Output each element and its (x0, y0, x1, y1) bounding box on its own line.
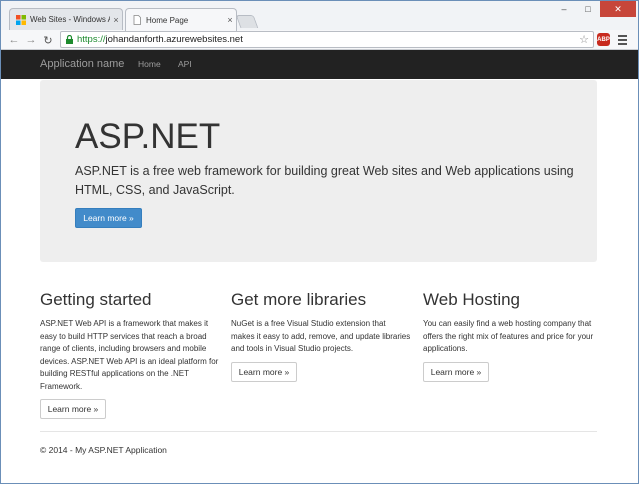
column-get-more-libraries: Get more libraries NuGet is a free Visua… (231, 290, 411, 382)
jumbotron-title: ASP.NET (75, 117, 221, 156)
page-icon (133, 15, 141, 25)
back-arrow-icon[interactable]: ← (6, 32, 22, 48)
bookmark-star-icon[interactable]: ☆ (579, 33, 589, 46)
windows-azure-icon (16, 14, 26, 25)
learn-more-button[interactable]: Learn more » (423, 361, 489, 382)
tab-title: Home Page (146, 15, 189, 25)
minimize-button[interactable]: – (552, 1, 576, 17)
adblock-plus-icon[interactable]: ABP (597, 33, 610, 46)
window-controls: – □ ✕ (552, 1, 636, 17)
learn-more-button[interactable]: Learn more » (75, 208, 142, 228)
learn-more-button[interactable]: Learn more » (40, 399, 106, 419)
navbar-brand[interactable]: Application name (40, 58, 124, 70)
jumbotron-lead: ASP.NET is a free web framework for buil… (75, 164, 574, 197)
url-host: johandanforth.azurewebsites.net (105, 34, 243, 45)
nav-link-api[interactable]: API (178, 59, 192, 69)
address-bar[interactable]: https:// johandanforth.azurewebsites.net… (60, 31, 594, 48)
tab-strip: Web Sites - Windows Azu × Home Page × – … (1, 1, 638, 31)
column-text: ASP.NET Web API is a framework that make… (40, 319, 219, 391)
column-heading: Web Hosting (423, 290, 521, 309)
close-window-button[interactable]: ✕ (600, 1, 636, 17)
column-web-hosting: Web Hosting You can easily find a web ho… (423, 290, 603, 382)
forward-arrow-icon[interactable]: → (23, 32, 39, 48)
nav-link-home[interactable]: Home (138, 59, 161, 69)
column-heading: Get more libraries (231, 290, 367, 309)
tab-web-sites[interactable]: Web Sites - Windows Azu × (9, 8, 123, 30)
tab-title: Web Sites - Windows Azu (30, 15, 110, 24)
column-heading: Getting started (40, 290, 152, 309)
url-scheme: https:// (77, 34, 106, 45)
browser-toolbar: ← → ↻ https:// johandanforth.azurewebsit… (1, 30, 638, 50)
site-navbar: Application name Home API (1, 50, 638, 79)
footer-divider (40, 431, 597, 432)
column-text: You can easily find a web hosting compan… (423, 319, 594, 353)
tab-home-page[interactable]: Home Page × (125, 8, 237, 31)
tab-close-icon[interactable]: × (224, 15, 236, 25)
jumbotron: ASP.NET ASP.NET is a free web framework … (40, 80, 597, 262)
new-tab-button[interactable] (235, 15, 259, 28)
menu-icon[interactable] (615, 33, 629, 47)
reload-icon[interactable]: ↻ (40, 32, 56, 48)
column-text: NuGet is a free Visual Studio extension … (231, 319, 411, 353)
learn-more-button[interactable]: Learn more » (231, 361, 297, 382)
tab-close-icon[interactable]: × (110, 15, 122, 25)
footer-text: © 2014 - My ASP.NET Application (40, 445, 167, 455)
maximize-button[interactable]: □ (576, 1, 600, 17)
lock-icon (66, 35, 73, 44)
page-viewport: Application name Home API ASP.NET ASP.NE… (1, 50, 638, 483)
browser-window: Web Sites - Windows Azu × Home Page × – … (0, 0, 639, 484)
column-getting-started: Getting started ASP.NET Web API is a fra… (40, 290, 220, 419)
